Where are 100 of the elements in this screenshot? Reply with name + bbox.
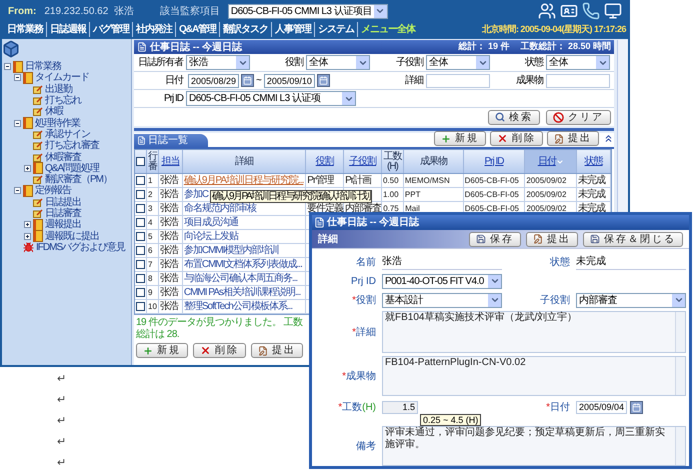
project-select[interactable]: D605-CB-FI-05 CMMI L3 认证项目 [228,4,388,18]
column-header[interactable]: 状態 [584,156,603,166]
table-cell: 1.00 [382,188,399,200]
detail-link[interactable]: 参加CMMI模型内部培训 [184,244,279,256]
toolbar-button[interactable]: 削除 [193,343,246,358]
checkbox[interactable] [136,157,145,166]
checkbox[interactable] [136,274,145,283]
hours-field[interactable]: 1.5 [382,400,418,414]
column-header[interactable]: Prj ID [484,156,504,166]
scrollbar[interactable] [675,427,685,465]
column-header[interactable]: 担当 [161,156,180,166]
scrollbar[interactable] [675,357,685,395]
column-header[interactable]: 日付 [538,156,556,166]
collapse-icon[interactable] [14,120,21,127]
detail-link[interactable]: 确认9月PA培训日程与研究院... [184,174,304,186]
collapse-icon[interactable] [14,187,21,194]
tree-item[interactable]: 日常業務 [25,61,61,72]
tree-item[interactable]: 週報提出 [45,219,81,230]
monitor-icon[interactable] [604,2,622,20]
checkbox[interactable] [136,190,145,199]
id-card-icon[interactable] [560,2,578,20]
toolbar-button[interactable]: 新規 [434,131,486,146]
toolbar-button[interactable]: 提出 [547,131,599,146]
calendar-icon[interactable] [316,74,330,87]
tree-item[interactable]: 休暇審査 [45,152,81,163]
select-field[interactable]: 全体 [546,55,610,70]
detail-link[interactable]: 与临海公司确认本周五商务... [184,272,298,284]
menu-item[interactable]: 日常業務 [4,22,46,37]
column-header[interactable]: 役割 [316,156,334,166]
input-field[interactable] [426,74,490,88]
tree-item[interactable]: 休暇 [45,106,63,118]
calendar-icon[interactable] [630,400,644,414]
tree-item[interactable]: タイムカード [35,72,89,84]
checkbox[interactable] [136,302,145,311]
detail-link[interactable]: 布置CMMI文档体系列表做成... [184,258,302,270]
toolbar-button[interactable]: 保存＆閉じる [583,232,683,246]
input-field[interactable] [546,74,610,88]
calendar-icon[interactable] [241,74,254,87]
select-field[interactable]: 全体 [306,55,370,70]
detail-link[interactable]: 整理SoftTech公司模板体系... [184,300,292,312]
select-field[interactable]: P001-40-OT-05 FIT V4.0 [382,274,502,288]
select-field[interactable]: D605-CB-FI-05 CMMI L3 认证项 [186,91,356,106]
toolbar-button[interactable]: 新規 [136,343,188,358]
text-area[interactable]: 就FB104草稿实施技术评审（龙武/刘立宇） [382,311,686,353]
search-button[interactable]: 検索 [488,110,540,124]
plus-icon [441,134,451,144]
tree-item[interactable]: Q&A問題処理 [45,162,100,174]
plus-icon [143,346,153,356]
phone-icon[interactable] [582,2,600,20]
tree-item[interactable]: 処理待作業 [35,118,80,129]
column-header[interactable]: 子役割 [349,156,376,166]
search-button[interactable]: クリア [546,110,611,124]
detail-link[interactable]: 项目成员沟通 [184,216,238,228]
tree-item[interactable]: IFDMSバグおよび意見 [36,242,126,253]
detail-link[interactable]: 参加C [184,188,208,200]
detail-link[interactable]: 命名规范内部审核 [184,202,256,214]
date-field[interactable]: 2005/09/04 [576,400,628,414]
checkbox[interactable] [136,232,145,241]
toolbar-button[interactable]: 提出 [526,232,578,246]
list-tab[interactable]: 日誌一覧 [134,134,208,147]
users-icon[interactable] [538,2,556,20]
tree-item[interactable]: 翻訳審査（PM） [45,174,112,186]
tree-item[interactable]: 承認サイン [45,128,90,140]
collapse-icon[interactable] [603,133,614,144]
checkbox[interactable] [136,260,145,269]
table-cell: 张浩 [160,300,178,312]
tree-item[interactable]: 打ち忘れ [45,95,81,106]
detail-link[interactable]: 向论坛上发贴 [184,230,238,242]
toolbar-button[interactable]: 削除 [490,131,543,146]
checkbox[interactable] [136,176,145,185]
checkbox[interactable] [136,288,145,297]
date-field[interactable]: 2005/09/10 [264,74,315,88]
toolbar-button[interactable]: 提出 [251,343,303,358]
checkbox[interactable] [136,204,145,213]
tree-item[interactable]: 打ち忘れ審査 [45,140,99,152]
expand-icon[interactable] [24,221,31,228]
table-cell: 要件定義 [307,202,344,214]
expand-icon[interactable] [24,164,31,172]
tree-item[interactable]: 週報既に提出 [45,230,99,242]
select-field[interactable]: 全体 [426,55,490,70]
checkbox[interactable] [136,218,145,227]
select-field[interactable]: 张浩 [186,55,250,70]
detail-link[interactable]: CMMI PAs相关培训课程说明... [184,286,300,298]
tree-item[interactable]: 日誌提出 [45,196,81,208]
checkbox[interactable] [136,246,145,255]
text-area[interactable]: 评审未通过，评审问题参见纪要；预定草稿更新后，周三重新实施评审。 [382,426,686,466]
tree-item[interactable]: 出退勤 [45,84,72,95]
collapse-icon[interactable] [4,63,11,70]
date-field[interactable]: 2005/08/29 [188,74,240,88]
tooltip: 0.25 ~ 4.5 (H) [420,414,482,426]
select-field[interactable]: 内部審査 [576,292,686,308]
scrollbar[interactable] [675,312,685,352]
text-area[interactable]: FB104-PatternPlugIn-CN-V0.02 [382,356,686,396]
select-field[interactable]: 基本設計 [382,292,502,308]
table-cell: 2005/09/02 [526,174,566,186]
toolbar-button[interactable]: 保存 [469,232,521,246]
collapse-icon[interactable] [14,74,21,82]
tree-item[interactable]: 日誌審査 [45,208,81,219]
expand-icon[interactable] [24,232,31,240]
tree-item[interactable]: 定例報告 [35,185,71,196]
